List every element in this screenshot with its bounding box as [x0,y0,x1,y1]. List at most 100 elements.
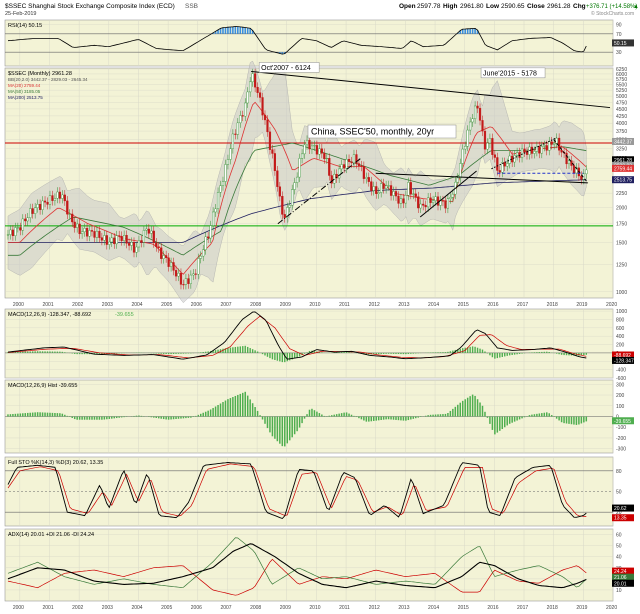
candle-down [382,183,385,189]
rsi-tick-label: 30 [616,50,622,56]
candle-down [273,153,276,171]
candle-down [120,235,123,241]
sto-k-tag: 20.62 [614,506,627,512]
candle-down [476,105,479,109]
candle-up [459,163,462,179]
x-tick-label-top: 2009 [280,302,291,308]
x-tick-label-top: 2017 [517,302,528,308]
candle-up [466,129,469,147]
candle-up [293,182,296,190]
candle-down [165,255,168,259]
candle-up [224,164,227,182]
candle-down [560,150,563,153]
candle-down [550,141,553,145]
candle-down [389,185,393,196]
candle-down [254,73,257,88]
candle-down [58,191,61,199]
candle-down [271,149,274,154]
watermark: © StockCharts.com [591,10,634,17]
candle-up [412,193,415,195]
adx-tick-label: 60 [616,533,622,539]
candle-up [88,230,91,237]
price-tick-label: 2000 [616,205,627,211]
x-tick-label-bottom: 2002 [72,605,83,611]
candle-up [189,274,192,284]
candle-down [545,145,548,151]
rsi-panel: 90 70 30 RSI(14) 50.15 50.15 [4,19,634,67]
macd-tick-label: 400 [616,334,625,340]
x-tick-label-bottom: 2019 [576,605,587,611]
candle-down [308,139,311,150]
candle-down [127,243,131,246]
candle-up [231,133,234,149]
x-tick-label-top: 2007 [220,302,231,308]
candle-up [456,177,459,183]
candle-up [372,186,375,191]
candle-down [11,229,15,237]
x-tick-label-bottom: 2009 [280,605,291,611]
candle-down [258,92,262,98]
hist-panel: 3002001000-100-200-300MACD(12,26,9) Hist… [4,379,634,454]
candle-up [387,185,390,187]
candle-up [338,168,341,179]
candle-up [29,208,32,218]
x-tick-label-top: 2008 [250,302,261,308]
candle-down [194,273,197,275]
price-legend-ma20: MA(20) 2759.44 [8,83,41,88]
adx-plot-area [4,528,614,602]
candle-down [263,114,267,121]
hist-tick-label: -300 [616,447,626,453]
candle-up [310,145,314,150]
candle-down [320,148,323,154]
candle-up [506,163,509,167]
rsi-tick-label: 90 [616,23,622,29]
candle-down [370,181,373,191]
candle-up [216,192,220,210]
candle-down [172,262,175,271]
price-tick-label: 1750 [616,222,627,228]
candle-down [125,235,128,244]
candle-up [53,198,57,201]
candle-down [558,137,561,151]
price-legend-bb: BB(20,2.0) 3442.37 - 2829.03 - 2645.34 [8,77,88,82]
price-tick-label: 4750 [616,100,627,106]
candle-down [43,200,47,203]
candle-up [446,198,450,209]
candle-up [340,164,343,170]
low-label: Low [486,3,500,10]
candle-down [538,146,541,154]
x-tick-label-bottom: 2016 [487,605,498,611]
candle-down [580,175,583,180]
candle-up [392,191,395,196]
x-tick-label-top: 2012 [369,302,380,308]
sto-panel: 805020Full STO %K(14,3) %D(3) 20.62, 13.… [4,456,634,527]
candle-up [26,217,29,222]
x-tick-label-bottom: 2014 [428,605,439,611]
macd-legend-hist: -39.655 [115,312,134,318]
candle-up [130,241,133,246]
x-tick-label-top: 2014 [428,302,439,308]
candle-down [73,221,76,228]
candle-down [572,165,576,174]
chg-arrow-icon: ▲ [633,4,639,10]
candle-up [150,230,153,234]
candle-up [488,138,492,144]
candle-up [192,273,195,276]
candle-up [219,185,222,193]
price-0-tag: 3442.37 [614,139,632,145]
macd-panel: 10008006004002000-200-400-600MACD(12,26,… [4,308,634,382]
candle-down [496,157,499,171]
candle-up [300,153,304,159]
candle-up [123,235,126,241]
hist-tick-label: 200 [616,393,625,399]
candle-up [553,142,556,145]
x-tick-label-top: 2015 [458,302,469,308]
candle-up [407,182,410,196]
candle-up [291,189,294,206]
candle-up [513,155,516,163]
candle-up [41,200,44,210]
candle-up [108,241,111,245]
x-tick-label-top: 2011 [339,302,350,308]
candle-up [14,227,17,237]
x-tick-label-top: 2019 [576,302,587,308]
